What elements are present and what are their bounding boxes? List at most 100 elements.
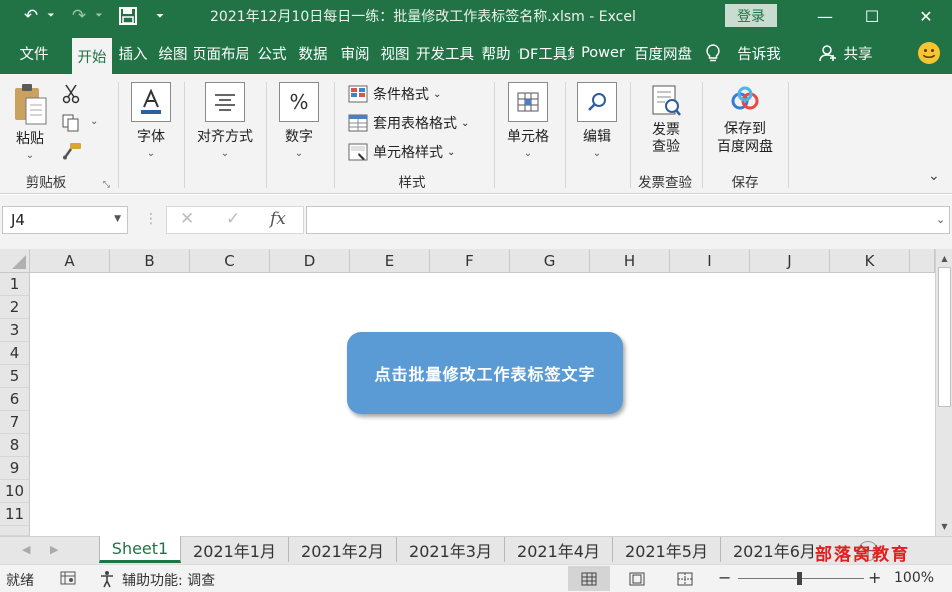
column-header-c[interactable]: C [190,249,270,273]
tab-draw[interactable]: 绘图 [154,32,192,74]
number-dropdown-icon[interactable]: ⌄ [295,148,303,159]
tab-page-layout[interactable]: 页面布局 [194,32,248,74]
login-button[interactable]: 登录 [725,4,777,27]
font-button[interactable]: 字体 ⌄ [130,82,172,159]
row-header-9[interactable]: 9 [0,457,30,480]
sheet-tab-2021-01[interactable]: 2021年1月 [181,537,289,562]
copy-icon[interactable] [62,114,80,136]
accessibility-icon[interactable] [98,570,118,592]
cancel-icon[interactable]: ✕ [180,209,194,229]
vertical-scroll-thumb[interactable] [938,267,951,407]
tab-pdf-tools[interactable]: PDF工具集 [518,32,574,74]
column-header-h[interactable]: H [590,249,670,273]
row-header-6[interactable]: 6 [0,388,30,411]
sheet-tab-2021-04[interactable]: 2021年4月 [505,537,613,562]
cut-icon[interactable] [62,84,80,108]
format-painter-icon[interactable] [62,142,82,164]
column-header-i[interactable]: I [670,249,750,273]
row-header-11[interactable]: 11 [0,503,30,526]
page-break-view-icon[interactable] [664,566,706,591]
tab-formulas[interactable]: 公式 [252,32,292,74]
tab-data[interactable]: 数据 [294,32,332,74]
row-header-4[interactable]: 4 [0,342,30,365]
column-header-k[interactable]: K [830,249,910,273]
column-header-g[interactable]: G [510,249,590,273]
tab-insert[interactable]: 插入 [114,32,152,74]
column-header-a[interactable]: A [30,249,110,273]
name-box[interactable]: J4 ▼ [2,206,128,234]
macro-record-icon[interactable] [60,570,76,590]
column-header-partial[interactable] [910,249,935,273]
zoom-out-button[interactable]: − [718,568,731,587]
editing-button[interactable]: 编辑 ⌄ [575,82,619,159]
editing-dropdown-icon[interactable]: ⌄ [593,148,601,159]
scroll-down-icon[interactable]: ▼ [936,518,952,534]
cells-dropdown-icon[interactable]: ⌄ [524,148,532,159]
font-dropdown-icon[interactable]: ⌄ [147,148,155,159]
row-header-1[interactable]: 1 [0,273,30,296]
smiley-feedback-icon[interactable] [914,32,944,74]
tab-help[interactable]: 帮助 [476,32,516,74]
next-sheet-icon[interactable]: ▶ [50,543,58,556]
save-to-baidu-button[interactable]: 保存到 百度网盘 [712,86,778,156]
sheet-tab-2021-06[interactable]: 2021年6月 [721,537,829,562]
alignment-button[interactable]: 对齐方式 ⌄ [192,82,258,159]
normal-view-icon[interactable] [568,566,610,591]
sheet-tab-2021-05[interactable]: 2021年5月 [613,537,721,562]
tab-file[interactable]: 文件 [6,32,62,74]
cell-styles-button[interactable]: 单元格样式 ⌄ [348,140,455,164]
column-header-d[interactable]: D [270,249,350,273]
tab-view[interactable]: 视图 [376,32,414,74]
tab-power[interactable]: Power [576,32,630,74]
sheet-tab-sheet1[interactable]: Sheet1 [99,536,181,563]
accessibility-status[interactable]: 辅助功能: 调查 [122,570,215,590]
lightbulb-icon[interactable] [700,32,726,74]
conditional-formatting-button[interactable]: 条件格式 ⌄ [348,82,441,106]
zoom-level[interactable]: 100% [894,570,934,586]
save-icon[interactable] [114,3,142,29]
undo-icon[interactable]: ↶ [16,3,46,29]
paste-dropdown-icon[interactable]: ⌄ [26,150,34,161]
row-header-3[interactable]: 3 [0,319,30,342]
paste-button[interactable]: 粘贴 ⌄ [12,82,48,161]
restore-icon[interactable]: ☐ [849,0,895,32]
customize-qat-icon[interactable]: ⏷ [150,3,170,29]
number-button[interactable]: % 数字 ⌄ [277,82,321,159]
sheet-tab-2021-02[interactable]: 2021年2月 [289,537,397,562]
select-all-corner[interactable] [0,249,30,273]
copy-dropdown-icon[interactable]: ⌄ [90,116,98,127]
tab-developer[interactable]: 开发工具 [416,32,474,74]
row-header-5[interactable]: 5 [0,365,30,388]
formula-input[interactable] [306,206,950,234]
row-header-2[interactable]: 2 [0,296,30,319]
insert-function-icon[interactable]: fx [270,209,286,229]
prev-sheet-icon[interactable]: ◀ [22,543,30,556]
share-button[interactable]: 共享 [840,32,876,74]
undo-dropdown-icon[interactable]: ⏷ [44,3,58,29]
redo-icon[interactable]: ↷ [64,3,94,29]
row-header-8[interactable]: 8 [0,434,30,457]
sheet-tab-2021-03[interactable]: 2021年3月 [397,537,505,562]
column-header-f[interactable]: F [430,249,510,273]
page-layout-view-icon[interactable] [616,566,658,591]
format-as-table-button[interactable]: 套用表格格式 ⌄ [348,111,469,135]
expand-formula-bar-icon[interactable]: ⌄ [936,213,945,226]
column-header-b[interactable]: B [110,249,190,273]
share-person-icon[interactable] [816,32,840,74]
row-header-10[interactable]: 10 [0,480,30,503]
cells-button[interactable]: 单元格 ⌄ [503,82,553,159]
minimize-icon[interactable]: — [802,0,848,32]
vertical-scrollbar[interactable]: ▲ ▼ [935,249,952,536]
invoice-check-button[interactable]: 发票 查验 [644,84,688,156]
tell-me-search[interactable]: 告诉我 [730,32,788,74]
name-box-dropdown-icon[interactable]: ▼ [114,214,121,224]
dialog-launcher-icon[interactable]: ⤡ [103,180,110,190]
scroll-up-icon[interactable]: ▲ [936,250,952,266]
close-icon[interactable]: ✕ [903,0,949,32]
row-header-7[interactable]: 7 [0,411,30,434]
zoom-in-button[interactable]: + [868,568,881,587]
zoom-slider-thumb[interactable] [797,572,802,585]
alignment-dropdown-icon[interactable]: ⌄ [221,148,229,159]
tab-baidu-netdisk[interactable]: 百度网盘 [634,32,692,74]
row-header-partial[interactable] [0,526,30,536]
